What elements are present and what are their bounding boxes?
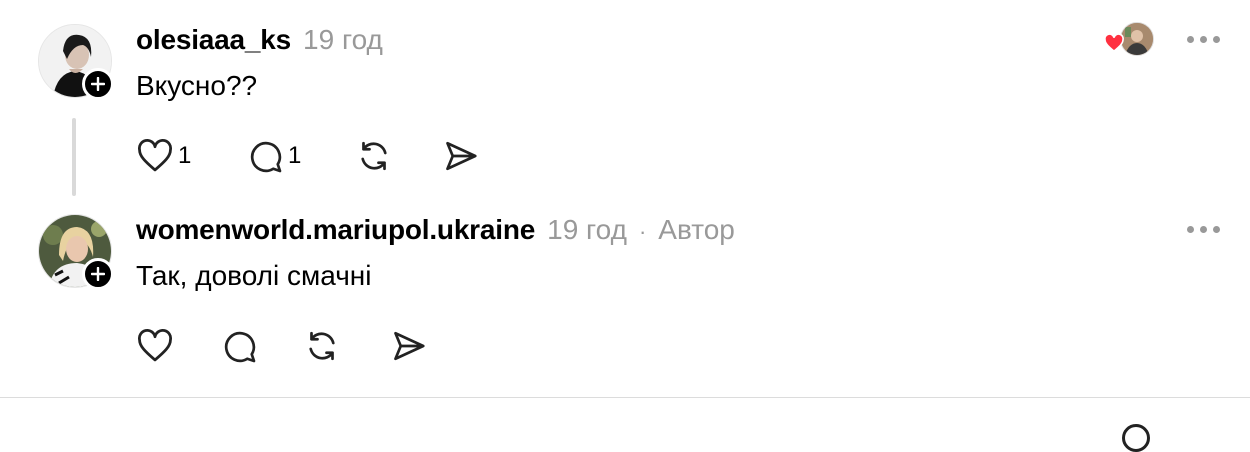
like-button[interactable]: 1 xyxy=(136,139,246,173)
author-label: Автор xyxy=(658,214,735,245)
username[interactable]: olesiaaa_ks xyxy=(136,24,291,56)
reply-count: 1 xyxy=(288,142,302,169)
liker-avatar xyxy=(1120,22,1154,56)
plus-icon xyxy=(91,267,105,281)
like-button[interactable] xyxy=(136,329,220,363)
more-icon xyxy=(1187,226,1194,233)
avatar-olesiaaa-ks[interactable] xyxy=(38,24,114,100)
username[interactable]: womenworld.mariupol.ukraine xyxy=(136,214,535,246)
heart-icon xyxy=(138,139,172,172)
follow-plus-button[interactable] xyxy=(82,258,114,290)
like-count: 1 xyxy=(178,142,192,169)
heart-filled-icon xyxy=(1104,34,1124,52)
next-item-avatar xyxy=(1122,424,1150,452)
heart-icon xyxy=(138,329,172,362)
reply-button[interactable] xyxy=(220,328,304,364)
comment-icon xyxy=(224,331,256,363)
plus-icon xyxy=(91,77,105,91)
repost-icon xyxy=(309,331,335,361)
repost-button[interactable] xyxy=(304,328,390,364)
share-button[interactable] xyxy=(442,138,480,174)
action-bar: 1 1 xyxy=(136,138,480,174)
timestamp: 19 год xyxy=(303,24,383,55)
liked-by-indicator[interactable] xyxy=(1104,22,1154,56)
repost-button[interactable] xyxy=(356,138,442,174)
divider xyxy=(0,397,1250,398)
timestamp: 19 год xyxy=(547,214,627,245)
share-icon xyxy=(394,331,425,361)
reply-button[interactable]: 1 xyxy=(246,138,356,174)
meta-separator: · xyxy=(638,219,647,244)
follow-plus-button[interactable] xyxy=(82,68,114,100)
more-options-button[interactable] xyxy=(1187,36,1220,43)
share-icon xyxy=(446,141,477,171)
comment-icon xyxy=(250,141,282,173)
avatar-womenworld[interactable] xyxy=(38,214,114,290)
post-text: Вкусно?? xyxy=(136,70,258,101)
share-button[interactable] xyxy=(390,328,428,364)
repost-icon xyxy=(361,141,387,171)
action-bar xyxy=(136,328,428,364)
more-icon xyxy=(1187,36,1194,43)
post-header: olesiaaa_ks 19 год xyxy=(136,24,383,56)
post-header: womenworld.mariupol.ukraine 19 год · Авт… xyxy=(136,214,735,246)
more-options-button[interactable] xyxy=(1187,226,1220,233)
post-text: Так, доволі смачні xyxy=(136,260,372,291)
thread-line xyxy=(72,118,76,196)
